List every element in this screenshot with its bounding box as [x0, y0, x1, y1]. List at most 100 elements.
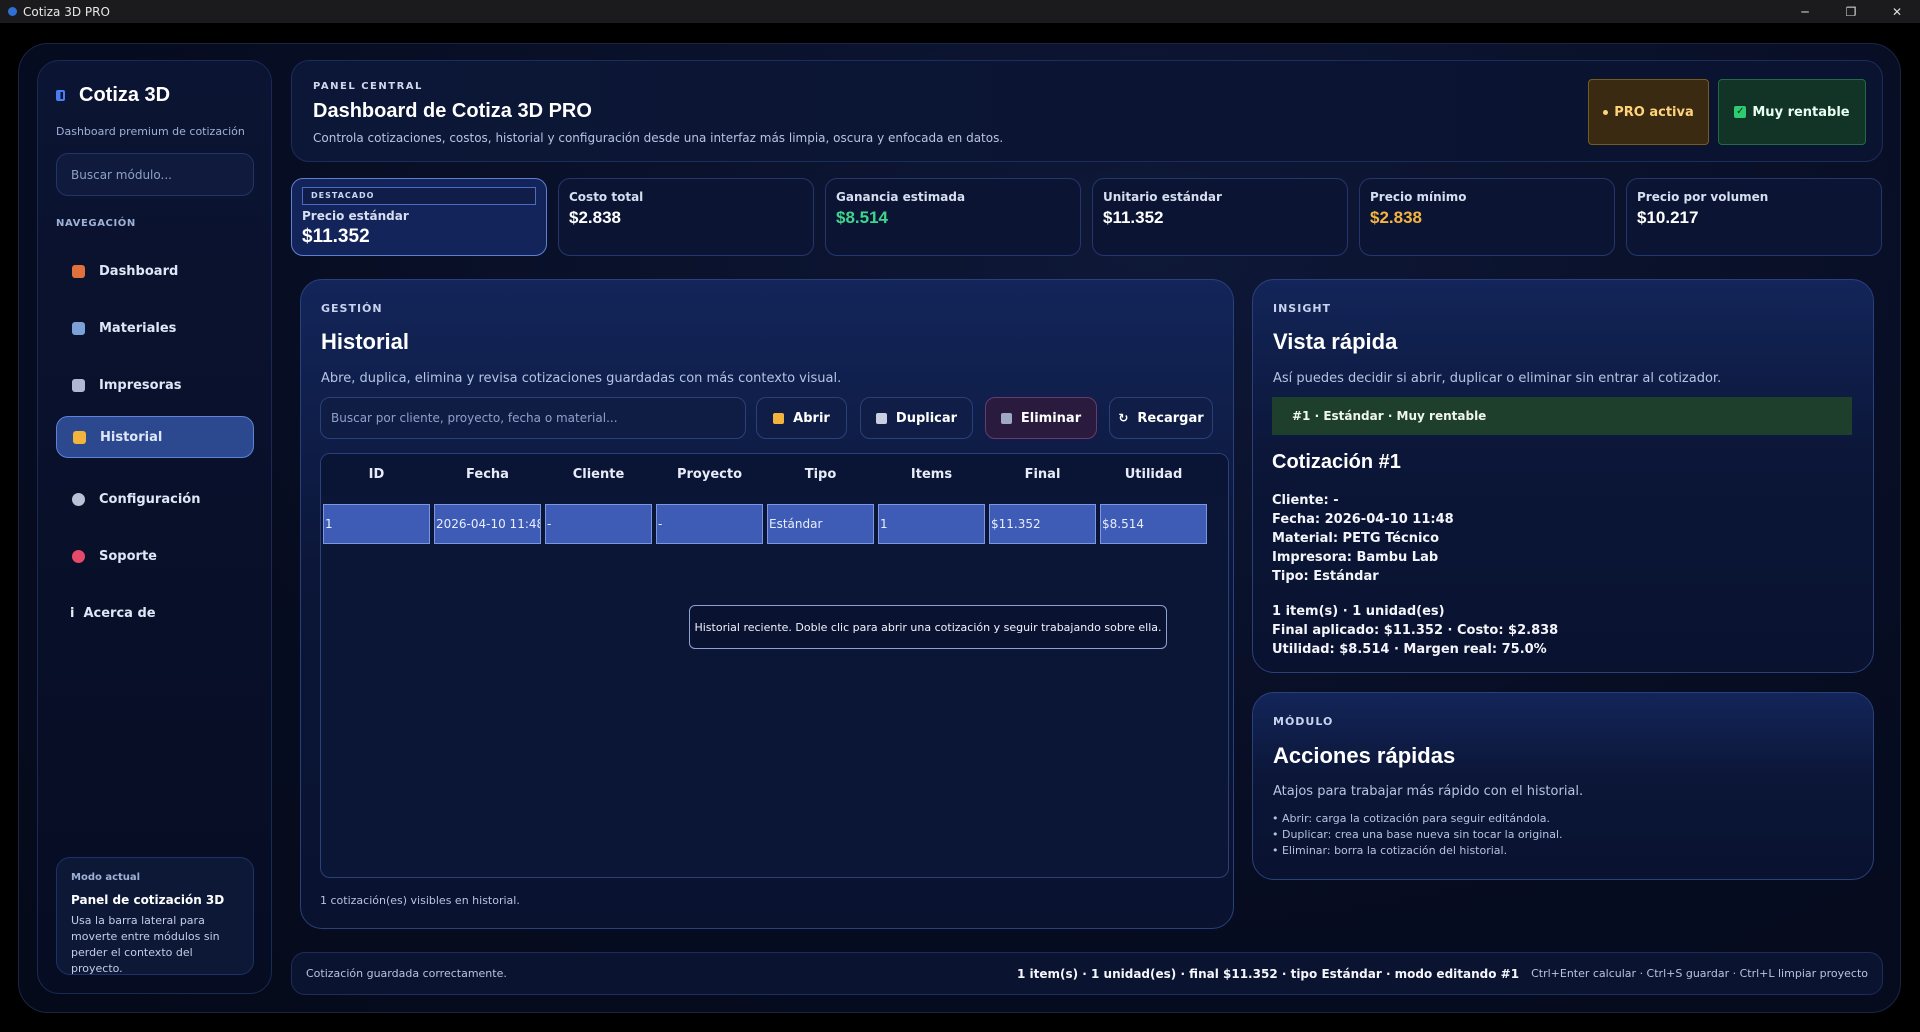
list-item: • Abrir: carga la cotización para seguir…	[1272, 812, 1551, 825]
duplicate-button[interactable]: Duplicar	[860, 397, 973, 439]
reload-button[interactable]: ↻ Recargar	[1109, 397, 1213, 439]
table-cell[interactable]: -	[656, 504, 763, 544]
quick-actions-panel: MÓDULO Acciones rápidas Atajos para trab…	[1252, 692, 1874, 880]
profitability-badge-label: Muy rentable	[1752, 104, 1850, 120]
sidebar-item-label: Materiales	[99, 320, 177, 336]
sidebar-item-label: Soporte	[99, 548, 157, 564]
sidebar-item-dashboard[interactable]: Dashboard	[56, 250, 254, 292]
column-header-tipo[interactable]: Tipo	[765, 454, 876, 496]
stat-label: Precio estándar	[302, 209, 409, 223]
history-tooltip: Historial reciente. Doble clic para abri…	[689, 605, 1167, 649]
quote-summary-line: Final aplicado: $11.352 · Costo: $2.838	[1272, 623, 1559, 638]
reload-icon: ↻	[1118, 411, 1129, 425]
open-button[interactable]: Abrir	[756, 397, 847, 439]
quote-detail-line: Material: PETG Técnico	[1272, 531, 1440, 546]
header: PANEL CENTRAL Dashboard de Cotiza 3D PRO…	[291, 60, 1883, 162]
panel-eyebrow: INSIGHT	[1273, 302, 1332, 315]
table-cell[interactable]: $11.352	[989, 504, 1096, 544]
quote-summary-line: 1 item(s) · 1 unidad(es)	[1272, 604, 1445, 619]
table-cell[interactable]: 2026-04-10 11:48	[434, 504, 541, 544]
page-subtitle: Controla cotizaciones, costos, historial…	[313, 131, 1004, 145]
status-message: Cotización guardada correctamente.	[306, 967, 507, 980]
table-cell[interactable]: -	[545, 504, 652, 544]
panel-eyebrow: GESTIÓN	[321, 302, 383, 315]
reload-button-label: Recargar	[1137, 410, 1204, 426]
column-header-proyecto[interactable]: Proyecto	[654, 454, 765, 496]
brand: Cotiza 3D	[56, 84, 170, 107]
column-header-cliente[interactable]: Cliente	[543, 454, 654, 496]
stat-card-precio-por-volumen: Precio por volumen $10.217	[1626, 178, 1882, 256]
app-icon	[8, 7, 17, 16]
pro-badge-label: PRO activa	[1614, 104, 1694, 120]
page-title: Dashboard de Cotiza 3D PRO	[313, 100, 592, 122]
pro-status-badge: PRO activa	[1588, 79, 1709, 145]
sidebar-item-soporte[interactable]: Soporte	[56, 535, 254, 577]
sidebar: Cotiza 3D Dashboard premium de cotizació…	[37, 60, 272, 994]
panel-desc: Así puedes decidir si abrir, duplicar o …	[1273, 371, 1722, 386]
quote-status-chip: #1 · Estándar · Muy rentable	[1272, 397, 1852, 435]
table-cell[interactable]: $8.514	[1100, 504, 1207, 544]
printer-icon	[72, 378, 85, 392]
table-row[interactable]: 1 2026-04-10 11:48 - - Estándar 1 $11.35…	[323, 504, 1207, 544]
stat-value: $2.838	[569, 208, 621, 227]
stat-label: Ganancia estimada	[836, 190, 966, 204]
historial-panel: GESTIÓN Historial Abre, duplica, elimina…	[300, 279, 1234, 929]
table-header: ID Fecha Cliente Proyecto Tipo Items Fin…	[321, 454, 1228, 496]
column-header-items[interactable]: Items	[876, 454, 987, 496]
minimize-button[interactable]: ─	[1782, 0, 1828, 23]
check-icon: ✓	[1734, 106, 1747, 118]
panel-desc: Abre, duplica, elimina y revisa cotizaci…	[321, 371, 842, 386]
quote-detail-line: Cliente: -	[1272, 493, 1339, 508]
window-title: Cotiza 3D PRO	[23, 4, 110, 19]
mode-card: Modo actual Panel de cotización 3D Usa l…	[56, 857, 254, 975]
quote-detail-line: Impresora: Bambu Lab	[1272, 550, 1439, 565]
stat-card-precio-estandar: DESTACADO Precio estándar $11.352	[291, 178, 547, 256]
keyboard-shortcuts: Ctrl+Enter calcular · Ctrl+S guardar · C…	[1531, 967, 1868, 980]
stat-card-ganancia-estimada: Ganancia estimada $8.514	[825, 178, 1081, 256]
sidebar-item-materiales[interactable]: Materiales	[56, 307, 254, 349]
house-icon	[72, 264, 85, 278]
mode-card-title: Panel de cotización 3D	[71, 893, 225, 907]
quote-details: Cliente: - Fecha: 2026-04-10 11:48 Mater…	[1272, 491, 1454, 586]
sidebar-toggle-icon	[56, 90, 65, 101]
table-cell[interactable]: 1	[878, 504, 985, 544]
status-summary: 1 item(s) · 1 unidad(es) · final $11.352…	[1016, 966, 1520, 981]
module-search-input[interactable]: Buscar módulo...	[56, 153, 254, 196]
quick-actions-list: • Abrir: carga la cotización para seguir…	[1272, 811, 1563, 859]
stat-value: $11.352	[302, 226, 370, 247]
spool-icon	[72, 321, 85, 335]
stat-value: $8.514	[836, 208, 888, 227]
sidebar-item-impresoras[interactable]: Impresoras	[56, 364, 254, 406]
sidebar-item-historial[interactable]: Historial	[56, 416, 254, 458]
delete-button[interactable]: Eliminar	[985, 397, 1097, 439]
column-header-fecha[interactable]: Fecha	[432, 454, 543, 496]
column-header-final[interactable]: Final	[987, 454, 1098, 496]
window-controls: ─ ❐ ✕	[1782, 0, 1920, 23]
panel-title: Historial	[321, 329, 410, 354]
table-cell[interactable]: 1	[323, 504, 430, 544]
mode-card-desc: Usa la barra lateral para moverte entre …	[71, 914, 220, 975]
history-search-input[interactable]: Buscar por cliente, proyecto, fecha o ma…	[320, 397, 746, 439]
quote-detail-line: Fecha: 2026-04-10 11:48	[1272, 512, 1454, 527]
folder-icon	[773, 412, 785, 424]
column-header-id[interactable]: ID	[321, 454, 432, 496]
insight-panel: INSIGHT Vista rápida Así puedes decidir …	[1252, 279, 1874, 673]
header-eyebrow: PANEL CENTRAL	[313, 81, 423, 92]
sidebar-item-configuracion[interactable]: Configuración	[56, 478, 254, 520]
sidebar-item-acerca-de[interactable]: i Acerca de	[56, 592, 254, 634]
table-cell[interactable]: Estándar	[767, 504, 874, 544]
stat-label: Precio mínimo	[1370, 190, 1467, 204]
panel-desc: Atajos para trabajar más rápido con el h…	[1273, 784, 1584, 799]
history-table: ID Fecha Cliente Proyecto Tipo Items Fin…	[320, 453, 1229, 878]
stat-value: $10.217	[1637, 208, 1699, 227]
close-button[interactable]: ✕	[1874, 0, 1920, 23]
stat-value: $11.352	[1103, 208, 1164, 227]
quote-summary: 1 item(s) · 1 unidad(es) Final aplicado:…	[1272, 602, 1558, 659]
sidebar-item-label: Configuración	[99, 491, 201, 507]
delete-button-label: Eliminar	[1020, 410, 1082, 426]
dot-icon	[1603, 109, 1609, 115]
column-header-utilidad[interactable]: Utilidad	[1098, 454, 1209, 496]
stat-card-costo-total: Costo total $2.838	[558, 178, 814, 256]
restore-button[interactable]: ❐	[1828, 0, 1874, 23]
panel-title: Acciones rápidas	[1273, 743, 1456, 768]
